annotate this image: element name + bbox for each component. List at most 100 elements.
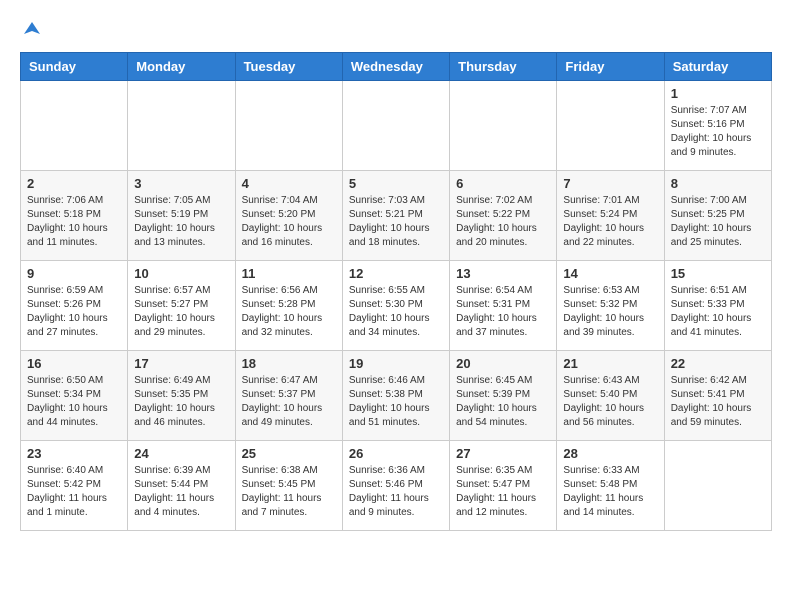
day-info: Sunrise: 6:38 AMSunset: 5:45 PMDaylight:… [242,464,336,520]
day-info: Sunrise: 6:47 AMSunset: 5:37 PMDaylight:… [242,374,336,430]
day-info: Sunrise: 7:06 AMSunset: 5:18 PMDaylight:… [27,194,121,250]
weekday-header-wednesday: Wednesday [342,53,449,81]
day-number: 27 [456,446,550,461]
day-info: Sunrise: 6:36 AMSunset: 5:46 PMDaylight:… [349,464,443,520]
day-info: Sunrise: 6:43 AMSunset: 5:40 PMDaylight:… [563,374,657,430]
weekday-header-tuesday: Tuesday [235,53,342,81]
day-info: Sunrise: 7:00 AMSunset: 5:25 PMDaylight:… [671,194,765,250]
calendar-cell: 21 Sunrise: 6:43 AMSunset: 5:40 PMDayligh… [557,351,664,441]
day-number: 12 [349,266,443,281]
calendar-cell: 6 Sunrise: 7:02 AMSunset: 5:22 PMDaylight… [450,171,557,261]
day-number: 19 [349,356,443,371]
day-number: 13 [456,266,550,281]
calendar-week-2: 2 Sunrise: 7:06 AMSunset: 5:18 PMDaylight… [21,171,772,261]
calendar-cell [450,81,557,171]
day-info: Sunrise: 7:05 AMSunset: 5:19 PMDaylight:… [134,194,228,250]
calendar-cell: 9 Sunrise: 6:59 AMSunset: 5:26 PMDaylight… [21,261,128,351]
calendar-cell: 25 Sunrise: 6:38 AMSunset: 5:45 PMDayligh… [235,441,342,531]
calendar-cell: 4Sunrise: 7:04 AMSunset: 5:20 PMDaylight… [235,171,342,261]
day-info: Sunrise: 7:03 AMSunset: 5:21 PMDaylight:… [349,194,443,250]
day-number: 25 [242,446,336,461]
day-number: 21 [563,356,657,371]
calendar-cell [557,81,664,171]
day-info: Sunrise: 6:55 AMSunset: 5:30 PMDaylight:… [349,284,443,340]
day-info: Sunrise: 6:53 AMSunset: 5:32 PMDaylight:… [563,284,657,340]
calendar-cell [235,81,342,171]
calendar-table: SundayMondayTuesdayWednesdayThursdayFrid… [20,52,772,531]
calendar-cell: 16 Sunrise: 6:50 AMSunset: 5:34 PMDayligh… [21,351,128,441]
day-number: 6 [456,176,550,191]
day-number: 8 [671,176,765,191]
day-info: Sunrise: 7:07 AMSunset: 5:16 PMDaylight:… [671,104,765,160]
calendar-cell: 20 Sunrise: 6:45 AMSunset: 5:39 PMDayligh… [450,351,557,441]
day-number: 9 [27,266,121,281]
calendar-cell: 26 Sunrise: 6:36 AMSunset: 5:46 PMDayligh… [342,441,449,531]
calendar-cell: 13Sunrise: 6:54 AMSunset: 5:31 PMDayligh… [450,261,557,351]
calendar-cell: 28 Sunrise: 6:33 AMSunset: 5:48 PMDayligh… [557,441,664,531]
day-number: 16 [27,356,121,371]
calendar-cell: 5 Sunrise: 7:03 AMSunset: 5:21 PMDaylight… [342,171,449,261]
day-number: 1 [671,86,765,101]
calendar-cell [128,81,235,171]
day-number: 14 [563,266,657,281]
calendar-cell: 18 Sunrise: 6:47 AMSunset: 5:37 PMDayligh… [235,351,342,441]
calendar-cell: 1 Sunrise: 7:07 AMSunset: 5:16 PMDaylight… [664,81,771,171]
day-number: 26 [349,446,443,461]
calendar-week-1: 1 Sunrise: 7:07 AMSunset: 5:16 PMDaylight… [21,81,772,171]
weekday-header-row: SundayMondayTuesdayWednesdayThursdayFrid… [21,53,772,81]
calendar-cell [21,81,128,171]
calendar-cell: 12 Sunrise: 6:55 AMSunset: 5:30 PMDayligh… [342,261,449,351]
calendar-cell: 24 Sunrise: 6:39 AMSunset: 5:44 PMDayligh… [128,441,235,531]
calendar-cell: 23 Sunrise: 6:40 AMSunset: 5:42 PMDayligh… [21,441,128,531]
day-info: Sunrise: 6:45 AMSunset: 5:39 PMDaylight:… [456,374,550,430]
day-number: 17 [134,356,228,371]
calendar-cell: 11Sunrise: 6:56 AMSunset: 5:28 PMDayligh… [235,261,342,351]
calendar-cell [342,81,449,171]
calendar-cell: 17 Sunrise: 6:49 AMSunset: 5:35 PMDayligh… [128,351,235,441]
day-info: Sunrise: 6:33 AMSunset: 5:48 PMDaylight:… [563,464,657,520]
day-number: 15 [671,266,765,281]
day-number: 3 [134,176,228,191]
day-info: Sunrise: 6:40 AMSunset: 5:42 PMDaylight:… [27,464,121,520]
calendar-cell: 19 Sunrise: 6:46 AMSunset: 5:38 PMDayligh… [342,351,449,441]
calendar-week-3: 9 Sunrise: 6:59 AMSunset: 5:26 PMDaylight… [21,261,772,351]
day-info: Sunrise: 6:39 AMSunset: 5:44 PMDaylight:… [134,464,228,520]
weekday-header-thursday: Thursday [450,53,557,81]
calendar-cell: 27 Sunrise: 6:35 AMSunset: 5:47 PMDayligh… [450,441,557,531]
calendar-cell: 2 Sunrise: 7:06 AMSunset: 5:18 PMDaylight… [21,171,128,261]
day-info: Sunrise: 6:35 AMSunset: 5:47 PMDaylight:… [456,464,550,520]
day-number: 5 [349,176,443,191]
day-number: 24 [134,446,228,461]
day-info: Sunrise: 6:50 AMSunset: 5:34 PMDaylight:… [27,374,121,430]
day-info: Sunrise: 6:46 AMSunset: 5:38 PMDaylight:… [349,374,443,430]
logo [20,20,42,36]
day-info: Sunrise: 6:56 AMSunset: 5:28 PMDaylight:… [242,284,336,340]
day-info: Sunrise: 7:01 AMSunset: 5:24 PMDaylight:… [563,194,657,250]
day-number: 7 [563,176,657,191]
day-info: Sunrise: 6:59 AMSunset: 5:26 PMDaylight:… [27,284,121,340]
day-info: Sunrise: 6:51 AMSunset: 5:33 PMDaylight:… [671,284,765,340]
calendar-week-5: 23 Sunrise: 6:40 AMSunset: 5:42 PMDayligh… [21,441,772,531]
page-header [20,20,772,36]
day-info: Sunrise: 7:02 AMSunset: 5:22 PMDaylight:… [456,194,550,250]
day-number: 22 [671,356,765,371]
calendar-cell: 22Sunrise: 6:42 AMSunset: 5:41 PMDayligh… [664,351,771,441]
day-number: 28 [563,446,657,461]
calendar-cell: 14 Sunrise: 6:53 AMSunset: 5:32 PMDayligh… [557,261,664,351]
day-number: 10 [134,266,228,281]
weekday-header-friday: Friday [557,53,664,81]
day-number: 20 [456,356,550,371]
day-info: Sunrise: 6:49 AMSunset: 5:35 PMDaylight:… [134,374,228,430]
day-number: 23 [27,446,121,461]
calendar-week-4: 16 Sunrise: 6:50 AMSunset: 5:34 PMDayligh… [21,351,772,441]
day-number: 18 [242,356,336,371]
calendar-cell: 10 Sunrise: 6:57 AMSunset: 5:27 PMDayligh… [128,261,235,351]
calendar-cell: 15 Sunrise: 6:51 AMSunset: 5:33 PMDayligh… [664,261,771,351]
day-info: Sunrise: 7:04 AMSunset: 5:20 PMDaylight:… [242,194,336,250]
weekday-header-saturday: Saturday [664,53,771,81]
logo-bird-icon [22,20,42,40]
day-info: Sunrise: 6:57 AMSunset: 5:27 PMDaylight:… [134,284,228,340]
day-number: 2 [27,176,121,191]
calendar-cell: 3 Sunrise: 7:05 AMSunset: 5:19 PMDaylight… [128,171,235,261]
calendar-cell: 8 Sunrise: 7:00 AMSunset: 5:25 PMDaylight… [664,171,771,261]
